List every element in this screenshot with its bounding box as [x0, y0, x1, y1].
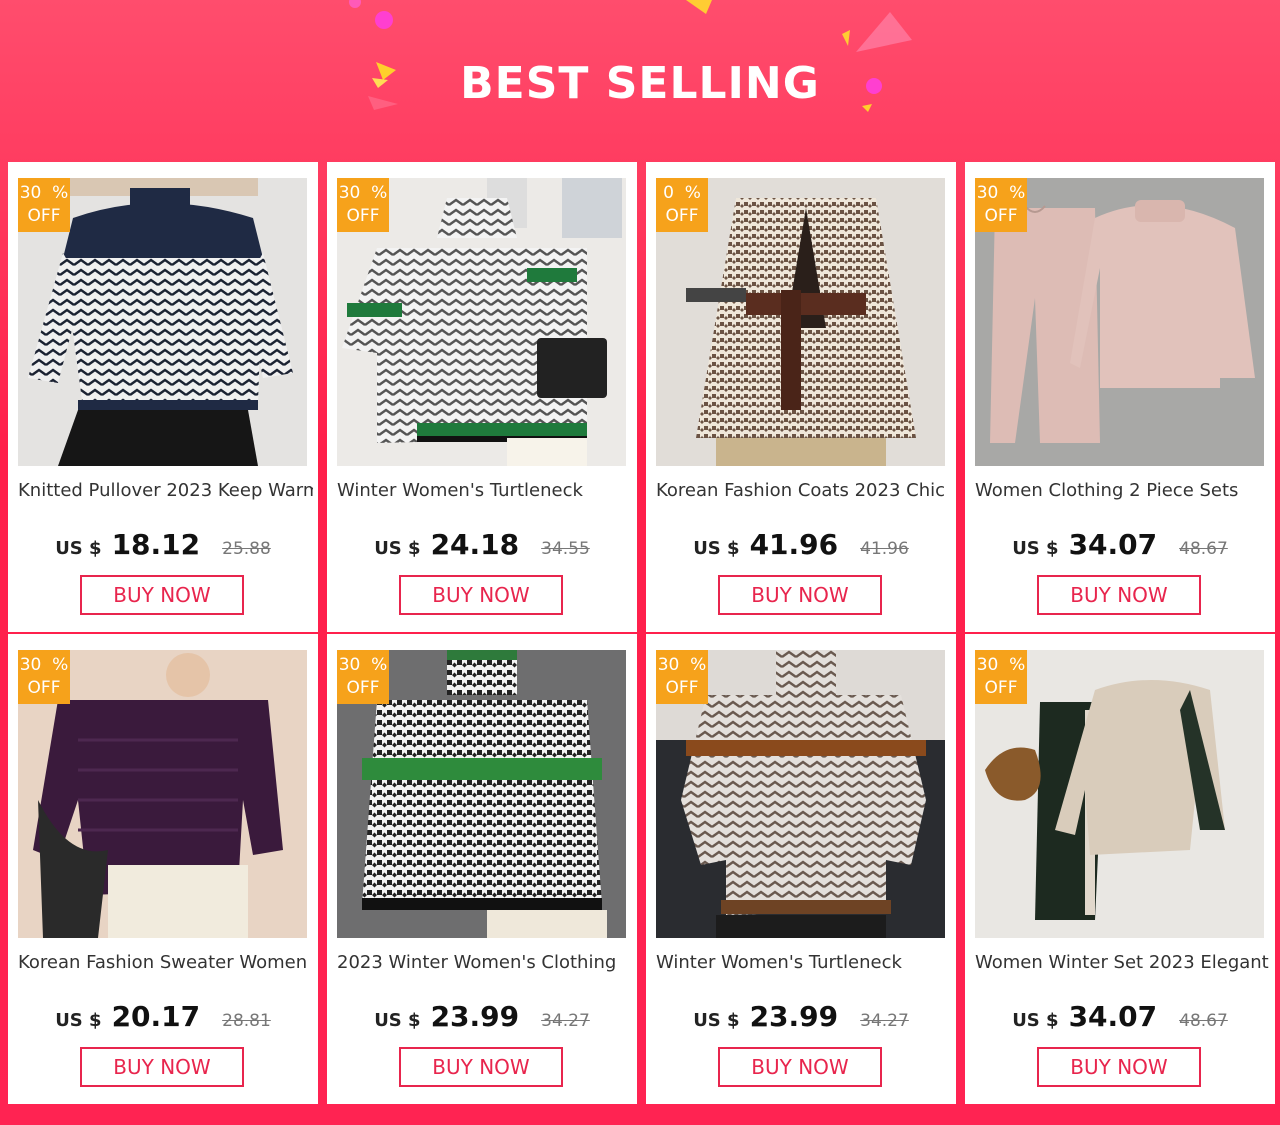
discount-percent: 30 % [338, 183, 388, 203]
product-card[interactable]: 30 % OFF Korean Fashion Sweater Women US… [8, 634, 318, 1104]
product-image[interactable]: 30 % OFF [18, 650, 307, 938]
product-card[interactable]: 30 % OFF Women Winter Set 2023 Elegant U… [965, 634, 1275, 1104]
product-image[interactable]: 30 % OFF [337, 650, 626, 938]
discount-badge: 30 % OFF [337, 178, 389, 232]
product-card[interactable]: 30 % OFF Knitted Pullover 2023 Keep Warm… [8, 162, 318, 632]
price-row: US $ 41.96 41.96 [646, 528, 956, 561]
discount-badge: 30 % OFF [18, 178, 70, 232]
product-title[interactable]: Winter Women's Turtleneck [656, 952, 951, 973]
currency-label: US $ [693, 1010, 740, 1031]
price-row: US $ 18.12 25.88 [8, 528, 318, 561]
price-row: US $ 23.99 34.27 [646, 1000, 956, 1033]
currency-label: US $ [693, 538, 740, 559]
price-row: US $ 34.07 48.67 [965, 528, 1275, 561]
product-title[interactable]: 2023 Winter Women's Clothing [337, 952, 632, 973]
price-row: US $ 34.07 48.67 [965, 1000, 1275, 1033]
discount-off-label: OFF [665, 678, 699, 698]
product-image[interactable]: 30 % OFF [337, 178, 626, 466]
discount-badge: 30 % OFF [975, 650, 1027, 704]
original-price: 28.81 [222, 1011, 271, 1031]
page-title: BEST SELLING [460, 58, 820, 109]
buy-now-button[interactable]: BUY NOW [718, 575, 882, 615]
price-row: US $ 23.99 34.27 [327, 1000, 637, 1033]
original-price: 34.27 [860, 1011, 909, 1031]
discount-off-label: OFF [27, 206, 61, 226]
currency-label: US $ [55, 538, 102, 559]
discount-badge: 30 % OFF [18, 650, 70, 704]
discount-percent: 30 % [19, 183, 69, 203]
product-card[interactable]: 30 % OFF Winter Women's Turtleneck US $ 2… [646, 634, 956, 1104]
price-row: US $ 24.18 34.55 [327, 528, 637, 561]
original-price: 34.27 [541, 1011, 590, 1031]
discount-badge: 0 % OFF [656, 178, 708, 232]
currency-label: US $ [374, 538, 421, 559]
buy-now-button[interactable]: BUY NOW [399, 1047, 563, 1087]
discount-off-label: OFF [346, 206, 380, 226]
discount-percent: 30 % [976, 655, 1026, 675]
original-price: 48.67 [1179, 1011, 1228, 1031]
discount-badge: 30 % OFF [337, 650, 389, 704]
discount-percent: 30 % [657, 655, 707, 675]
product-card[interactable]: 30 % OFF Women Clothing 2 Piece Sets US … [965, 162, 1275, 632]
buy-now-button[interactable]: BUY NOW [80, 575, 244, 615]
currency-label: US $ [1012, 1010, 1059, 1031]
product-image[interactable]: 30 % OFF [18, 178, 307, 466]
original-price: 34.55 [541, 539, 590, 559]
discount-off-label: OFF [984, 206, 1018, 226]
buy-now-button[interactable]: BUY NOW [718, 1047, 882, 1087]
current-price: 20.17 [111, 1000, 201, 1033]
discount-percent: 30 % [976, 183, 1026, 203]
product-image[interactable]: 30 % OFF [975, 178, 1264, 466]
product-title[interactable]: Winter Women's Turtleneck [337, 480, 632, 501]
currency-label: US $ [1012, 538, 1059, 559]
current-price: 23.99 [749, 1000, 839, 1033]
product-card[interactable]: 30 % OFF Winter Women's Turtleneck US $ 2… [327, 162, 637, 632]
buy-now-button[interactable]: BUY NOW [80, 1047, 244, 1087]
buy-now-button[interactable]: BUY NOW [1037, 575, 1201, 615]
current-price: 34.07 [1068, 1000, 1158, 1033]
price-row: US $ 20.17 28.81 [8, 1000, 318, 1033]
discount-off-label: OFF [665, 206, 699, 226]
product-title[interactable]: Women Clothing 2 Piece Sets [975, 480, 1270, 501]
best-selling-banner: BEST SELLING [0, 0, 1280, 160]
current-price: 34.07 [1068, 528, 1158, 561]
discount-percent: 0 % [663, 183, 701, 203]
currency-label: US $ [55, 1010, 102, 1031]
currency-label: US $ [374, 1010, 421, 1031]
product-grid: 30 % OFF Knitted Pullover 2023 Keep Warm… [0, 160, 1280, 1105]
product-image[interactable]: 30 % OFF [656, 650, 945, 938]
product-card[interactable]: 30 % OFF 2023 Winter Women's Clothing US… [327, 634, 637, 1104]
discount-percent: 30 % [338, 655, 388, 675]
product-title[interactable]: Korean Fashion Coats 2023 Chic [656, 480, 951, 501]
original-price: 25.88 [222, 539, 271, 559]
buy-now-button[interactable]: BUY NOW [399, 575, 563, 615]
product-title[interactable]: Korean Fashion Sweater Women [18, 952, 313, 973]
current-price: 41.96 [749, 528, 839, 561]
discount-badge: 30 % OFF [656, 650, 708, 704]
discount-off-label: OFF [346, 678, 380, 698]
product-image[interactable]: 30 % OFF [975, 650, 1264, 938]
current-price: 18.12 [111, 528, 201, 561]
original-price: 48.67 [1179, 539, 1228, 559]
buy-now-button[interactable]: BUY NOW [1037, 1047, 1201, 1087]
product-card[interactable]: 0 % OFF Korean Fashion Coats 2023 Chic U… [646, 162, 956, 632]
current-price: 24.18 [430, 528, 520, 561]
product-title[interactable]: Women Winter Set 2023 Elegant [975, 952, 1270, 973]
discount-off-label: OFF [27, 678, 61, 698]
original-price: 41.96 [860, 539, 909, 559]
discount-off-label: OFF [984, 678, 1018, 698]
current-price: 23.99 [430, 1000, 520, 1033]
product-image[interactable]: 0 % OFF [656, 178, 945, 466]
discount-badge: 30 % OFF [975, 178, 1027, 232]
discount-percent: 30 % [19, 655, 69, 675]
product-title[interactable]: Knitted Pullover 2023 Keep Warm [18, 480, 313, 501]
